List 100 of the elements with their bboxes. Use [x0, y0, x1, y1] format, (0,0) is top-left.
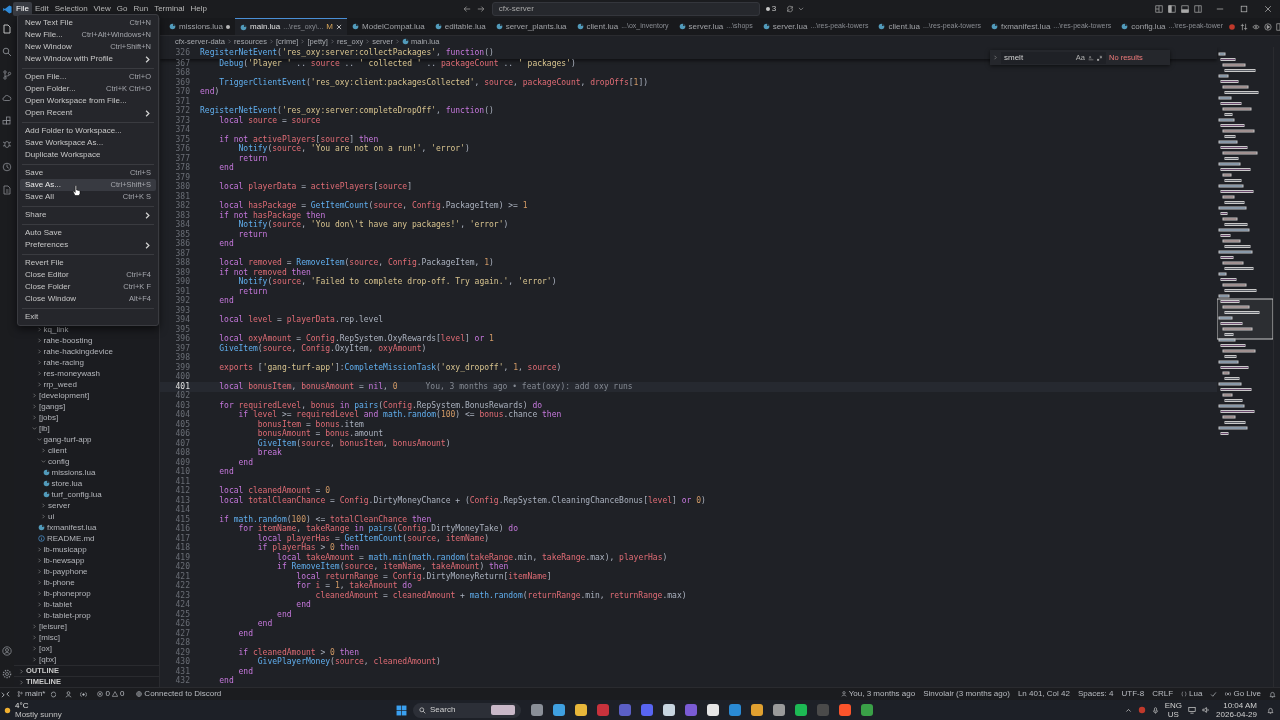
app-icon[interactable] [553, 704, 565, 716]
document-icon[interactable] [2, 185, 12, 195]
tree-item[interactable]: res-moneywash [14, 368, 159, 379]
tree-item[interactable]: server [14, 500, 159, 511]
branch-icon[interactable] [2, 70, 12, 80]
menu-item[interactable]: View [90, 2, 114, 16]
menu-item[interactable]: Help [187, 2, 210, 16]
settings-icon[interactable] [2, 669, 12, 679]
tree-item[interactable]: rrp_weed [14, 379, 159, 390]
volume-icon[interactable] [1202, 706, 1211, 714]
tree-item[interactable]: lb-phone [14, 577, 159, 588]
menu-item[interactable]: Terminal [151, 2, 188, 16]
panel-toggle-icon[interactable] [1181, 5, 1189, 13]
menu-entry[interactable]: Add Folder to Workspace... [20, 125, 156, 137]
forward-arrow-icon[interactable] [476, 5, 485, 13]
tree-item[interactable]: lb-tablet [14, 599, 159, 610]
play-icon[interactable] [1264, 22, 1272, 31]
menu-entry[interactable]: Open Workspace from File... [20, 95, 156, 107]
secondary-sidebar-icon[interactable] [1194, 5, 1202, 13]
problems-indicator[interactable]: 0 0 [97, 688, 125, 700]
menu-item[interactable]: Go [113, 2, 131, 16]
encoding[interactable]: UTF-8 [1121, 688, 1145, 700]
tree-item[interactable]: turf_config.lua [14, 489, 159, 500]
go-live-button[interactable]: Go Live [1225, 688, 1261, 700]
menu-entry[interactable]: Auto Save [20, 227, 156, 239]
line-ending[interactable]: CRLF [1152, 688, 1174, 700]
app-icon[interactable] [751, 704, 763, 716]
branch-indicator[interactable]: main* [17, 688, 46, 700]
cursor-position[interactable]: Ln 401, Col 42 [1017, 688, 1070, 700]
tree-item[interactable]: rahe-hackingdevice [14, 346, 159, 357]
editor-tab[interactable]: missions.lua [164, 18, 235, 35]
tree-item[interactable]: gang-turf-app [14, 434, 159, 445]
app-icon[interactable] [663, 704, 675, 716]
app-icon[interactable] [839, 704, 851, 716]
sidebar-toggle-icon[interactable] [1168, 5, 1176, 13]
bell-icon[interactable] [1267, 706, 1274, 714]
compare-icon[interactable] [1240, 22, 1248, 31]
back-arrow-icon[interactable] [462, 5, 471, 13]
tree-item[interactable]: [lb] [14, 423, 159, 434]
chevron-up-icon[interactable] [1124, 706, 1132, 714]
tree-item[interactable]: kq_link [14, 324, 159, 335]
author-text[interactable]: Sinvolair (3 months ago) [923, 688, 1010, 700]
menu-entry[interactable]: Preferences [20, 239, 156, 251]
menu-entry[interactable]: Save Workspace As... [20, 137, 156, 149]
account-icon[interactable] [2, 646, 12, 656]
windows-start-icon[interactable] [396, 704, 407, 716]
person-icon[interactable] [65, 690, 73, 698]
tree-item[interactable]: [ox] [14, 643, 159, 654]
microphone-icon[interactable] [1151, 706, 1159, 714]
editor-tab[interactable]: ModelCompat.lua [347, 18, 430, 35]
broadcast-icon[interactable] [80, 690, 88, 698]
clock-icon[interactable] [2, 162, 12, 172]
app-icon[interactable] [575, 704, 587, 716]
bug-icon[interactable] [2, 139, 12, 149]
tree-item[interactable]: lb-payphone [14, 566, 159, 577]
tree-item[interactable]: fxmanifest.lua [14, 522, 159, 533]
editor-tab[interactable]: server_plants.lua [490, 18, 572, 35]
tree-item[interactable]: [qbx] [14, 654, 159, 665]
blocks-icon[interactable] [2, 116, 12, 126]
minimize-icon[interactable] [1216, 5, 1224, 13]
menu-item[interactable]: Selection [51, 2, 91, 16]
files-icon[interactable] [2, 24, 12, 34]
tree-item[interactable]: rahe-racing [14, 357, 159, 368]
menu-item[interactable]: Run [130, 2, 152, 16]
editor-tab[interactable]: editable.lua [429, 18, 491, 35]
eye-icon[interactable] [1252, 22, 1260, 31]
tree-item[interactable]: [development] [14, 390, 159, 401]
menu-entry[interactable]: Exit [20, 311, 156, 323]
tree-item[interactable]: store.lua [14, 478, 159, 489]
tree-item[interactable]: [leisure] [14, 621, 159, 632]
menu-entry[interactable]: Open Recent [20, 107, 156, 119]
tree-item[interactable]: lb-musicapp [14, 544, 159, 555]
language-indicator[interactable]: ENG US [1164, 701, 1183, 719]
app-icon[interactable] [773, 704, 785, 716]
menu-item[interactable]: File [13, 2, 32, 16]
tree-item[interactable]: ui [14, 511, 159, 522]
network-icon[interactable] [1188, 706, 1197, 714]
taskbar-search[interactable]: Search [413, 702, 521, 718]
app-icon[interactable] [861, 704, 873, 716]
tree-item[interactable]: lb-phoneprop [14, 588, 159, 599]
app-icon[interactable] [795, 704, 807, 716]
remote-icon[interactable] [1, 689, 10, 699]
weather-widget[interactable]: 4°C Mostly sunny [0, 701, 80, 719]
language-mode[interactable]: Lua [1181, 688, 1203, 700]
sync-icon[interactable] [786, 5, 795, 13]
menu-entry[interactable]: Share [20, 209, 156, 221]
command-center[interactable]: cfx-server [491, 2, 760, 16]
tray-app-icon[interactable] [1137, 706, 1146, 714]
caret-icon[interactable] [798, 6, 805, 12]
app-icon[interactable] [531, 704, 543, 716]
tree-item[interactable]: lb-tablet-prop [14, 610, 159, 621]
menu-entry[interactable]: Duplicate Workspace [20, 149, 156, 161]
tree-item[interactable]: [gangs] [14, 401, 159, 412]
tree-item[interactable]: [misc] [14, 632, 159, 643]
check-icon[interactable] [1210, 690, 1218, 698]
sync-icon[interactable] [50, 690, 58, 698]
tree-item[interactable]: [jobs] [14, 412, 159, 423]
tree-item[interactable]: client [14, 445, 159, 456]
app-icon[interactable] [707, 704, 719, 716]
indentation[interactable]: Spaces: 4 [1077, 688, 1114, 700]
